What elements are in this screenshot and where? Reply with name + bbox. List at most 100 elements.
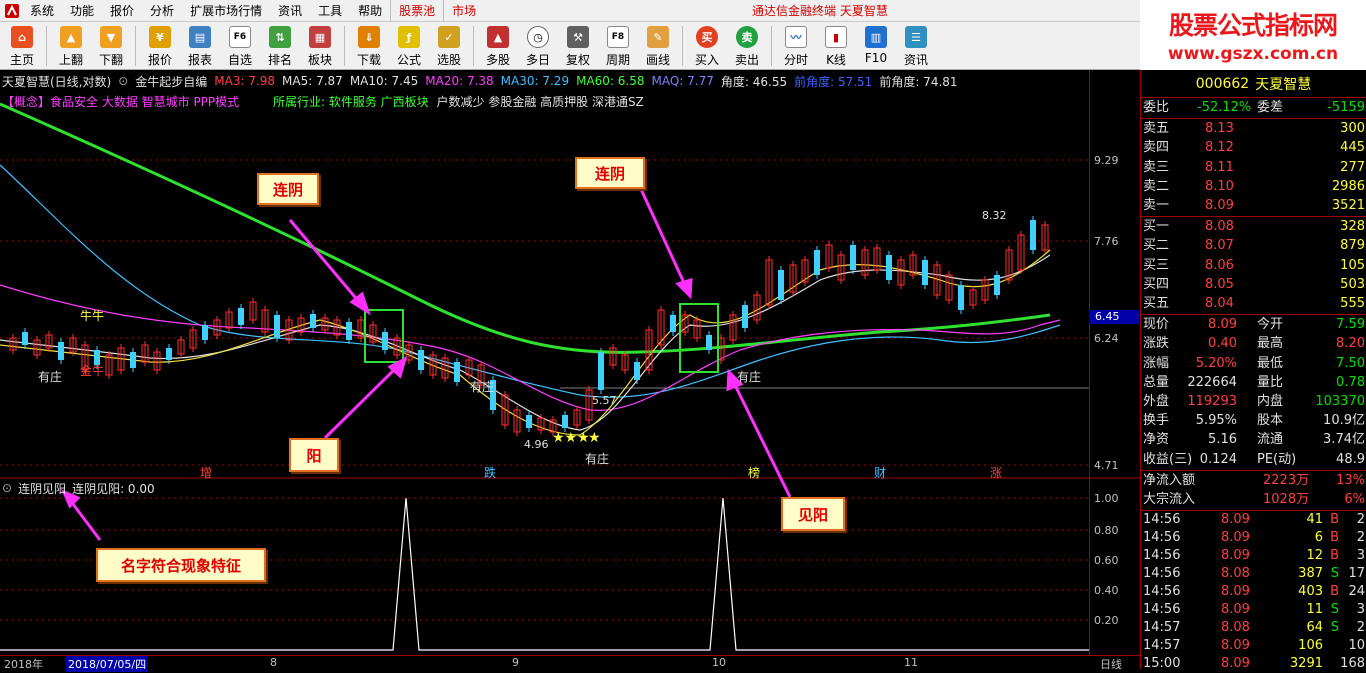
tick-count: 3 xyxy=(1356,602,1365,618)
dropdown-icon[interactable]: ⊙ xyxy=(118,74,128,88)
menu-tools[interactable]: 工具 xyxy=(310,0,350,22)
menu-extended-market[interactable]: 扩展市场行情 xyxy=(182,0,270,22)
page-down-button[interactable]: ▼ 下翻 xyxy=(91,22,131,70)
tick-row[interactable]: 14:57 8.08 64 S 2 xyxy=(1141,619,1366,637)
tab-stock-pool[interactable]: 股票池 xyxy=(390,0,443,22)
indicator-name[interactable]: 金牛起步自编 xyxy=(135,73,207,90)
note-bang[interactable]: 榜 xyxy=(748,464,760,481)
home-button[interactable]: ⌂ 主页 xyxy=(2,22,42,70)
menu-function[interactable]: 功能 xyxy=(62,0,102,22)
note-cai[interactable]: 财 xyxy=(874,464,886,481)
tick-row[interactable]: 14:56 8.09 6 B 2 xyxy=(1141,529,1366,547)
current-price-box: 6.45 xyxy=(1089,310,1139,324)
stock-select-button[interactable]: ✓ 选股 xyxy=(429,22,469,70)
stat-row[interactable]: 外盘 119293 内盘 103370 xyxy=(1141,392,1366,411)
multi-stock-button[interactable]: ▲ 多股 xyxy=(478,22,518,70)
candle-body xyxy=(670,315,676,332)
note-zeng[interactable]: 增 xyxy=(200,464,212,481)
formula-button[interactable]: ƒ 公式 xyxy=(389,22,429,70)
sell-row[interactable]: 卖三 8.11 277 xyxy=(1141,158,1366,177)
brand-url[interactable]: www.gszx.com.cn xyxy=(1140,44,1366,64)
annotation-name-feature: 名字符合现象特征 xyxy=(96,548,266,582)
download-button[interactable]: ⇓ 下载 xyxy=(349,22,389,70)
menu-quote[interactable]: 报价 xyxy=(102,0,142,22)
page-down-label: 下翻 xyxy=(98,53,123,67)
tick-row[interactable]: 15:00 8.09 3291 168 xyxy=(1141,655,1366,673)
stat-row[interactable]: 现价 8.09 今开 7.59 xyxy=(1141,315,1366,334)
menu-analysis[interactable]: 分析 xyxy=(142,0,182,22)
candlesticks xyxy=(9,216,1049,436)
kline-button[interactable]: ▮ K线 xyxy=(816,22,856,70)
tick-row[interactable]: 14:56 8.08 387 S 17 xyxy=(1141,565,1366,583)
candle-body xyxy=(562,415,568,428)
indicator-panel-name[interactable]: 连阴见阳 xyxy=(18,480,66,497)
tick-row[interactable]: 14:56 8.09 11 S 3 xyxy=(1141,601,1366,619)
candle-body xyxy=(814,250,820,275)
draw-line-button[interactable]: ✎ 画线 xyxy=(638,22,678,70)
tab-market[interactable]: 市场 xyxy=(443,0,484,22)
sell-row[interactable]: 卖四 8.12 445 xyxy=(1141,138,1366,157)
chart-title[interactable]: 天夏智慧(日线,对数) xyxy=(2,73,111,90)
multi-day-button[interactable]: ◷ 多日 xyxy=(518,22,558,70)
tick-price: 8.08 xyxy=(1221,620,1250,636)
sell-row[interactable]: 卖二 8.10 2986 xyxy=(1141,177,1366,196)
candle-body xyxy=(274,315,280,338)
weibi-row[interactable]: 委比 -52.12% 委差 -5159 xyxy=(1141,98,1366,117)
buy-button[interactable]: 买买入 xyxy=(687,22,727,70)
sell-button[interactable]: 卖卖出 xyxy=(727,22,767,70)
tick-count: 2 xyxy=(1356,512,1365,528)
stat-row[interactable]: 净资 5.16 流通 3.74亿 xyxy=(1141,430,1366,449)
news-button[interactable]: ☰ 资讯 xyxy=(896,22,936,70)
sector-button[interactable]: ▦ 板块 xyxy=(300,22,340,70)
buy-row[interactable]: 买二 8.07 879 xyxy=(1141,236,1366,255)
period-button[interactable]: F8 周期 xyxy=(598,22,638,70)
tick-row[interactable]: 14:57 8.09 106 10 xyxy=(1141,637,1366,655)
stat-row[interactable]: 涨幅 5.20% 最低 7.50 xyxy=(1141,354,1366,373)
adjust-icon: ⚒ xyxy=(567,26,589,48)
tick-row[interactable]: 14:56 8.09 403 B 24 xyxy=(1141,583,1366,601)
tick-row[interactable]: 14:56 8.09 12 B 3 xyxy=(1141,547,1366,565)
period-label[interactable]: 日线 xyxy=(1100,656,1122,672)
report-button[interactable]: ▤ 报表 xyxy=(180,22,220,70)
stat-row[interactable]: 总量 222664 量比 0.78 xyxy=(1141,373,1366,392)
dropdown-icon[interactable]: ⊙ xyxy=(2,481,12,495)
buy-row[interactable]: 买四 8.05 503 xyxy=(1141,275,1366,294)
candle-body xyxy=(994,275,1000,295)
sell-row[interactable]: 卖一 8.09 3521 xyxy=(1141,196,1366,215)
stock-header[interactable]: 000662 天夏智慧 xyxy=(1141,70,1366,98)
weicha-value: -5159 xyxy=(1327,100,1365,115)
page-up-button[interactable]: ▲ 上翻 xyxy=(51,22,91,70)
adjust-button[interactable]: ⚒ 复权 xyxy=(558,22,598,70)
menu-help[interactable]: 帮助 xyxy=(350,0,390,22)
report-icon: ▤ xyxy=(189,26,211,48)
note-die[interactable]: 跌 xyxy=(484,464,496,481)
app-logo-icon[interactable] xyxy=(2,2,22,20)
sell-row[interactable]: 卖五 8.13 300 xyxy=(1141,119,1366,138)
sector-icon: ▦ xyxy=(309,26,331,48)
buy-row[interactable]: 买三 8.06 105 xyxy=(1141,256,1366,275)
label-youzhuang-4: 有庄 xyxy=(737,370,762,384)
multi-stock-label: 多股 xyxy=(485,53,510,67)
favorites-button[interactable]: F6 自选 xyxy=(220,22,260,70)
note-zhang[interactable]: 涨 xyxy=(990,464,1002,481)
ranking-button[interactable]: ⇅ 排名 xyxy=(260,22,300,70)
flow-row[interactable]: 净流入额 2223万 13% xyxy=(1141,471,1366,490)
stat-row[interactable]: 换手 5.95% 股本 10.9亿 xyxy=(1141,411,1366,430)
tick-price: 8.09 xyxy=(1221,584,1250,600)
f10-button[interactable]: ▥ F10 xyxy=(856,22,896,70)
tick-price: 8.09 xyxy=(1221,548,1250,564)
date-month-9: 9 xyxy=(512,656,519,669)
annotation-lianyin-1: 连阴 xyxy=(257,173,319,205)
candle-body xyxy=(706,335,712,350)
menu-system[interactable]: 系统 xyxy=(22,0,62,22)
buy-row[interactable]: 买一 8.08 328 xyxy=(1141,217,1366,236)
stat-row[interactable]: 收益(三) 0.124 PE(动) 48.9 xyxy=(1141,450,1366,469)
date-axis: 2018年 2018/07/05/四 8 9 10 11 日线 xyxy=(0,655,1140,672)
intraday-button[interactable]: 〰分时 xyxy=(776,22,816,70)
buy-row[interactable]: 买五 8.04 555 xyxy=(1141,294,1366,313)
menu-news[interactable]: 资讯 xyxy=(270,0,310,22)
flow-row[interactable]: 大宗流入 1028万 6% xyxy=(1141,490,1366,509)
stat-row[interactable]: 涨跌 0.40 最高 8.20 xyxy=(1141,334,1366,353)
quote-button[interactable]: ¥ 报价 xyxy=(140,22,180,70)
tick-row[interactable]: 14:56 8.09 41 B 2 xyxy=(1141,511,1366,529)
